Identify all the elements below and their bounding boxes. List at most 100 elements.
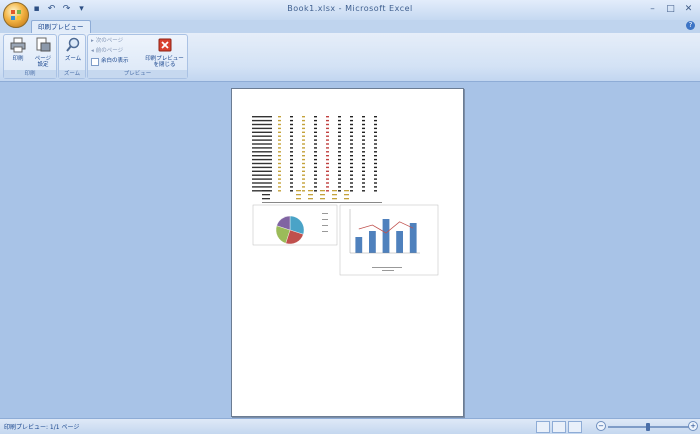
table-cell [326, 119, 329, 122]
page-layout-view-icon[interactable] [552, 421, 566, 433]
bar [382, 219, 390, 253]
zoom-in-icon[interactable]: + [688, 421, 698, 431]
table-cell [374, 147, 377, 149]
show-margins-checkbox[interactable]: 余白の表示 [91, 57, 129, 66]
table-cell [314, 116, 317, 118]
table-cell [278, 166, 281, 169]
table-cell [290, 178, 293, 180]
table-cell [374, 190, 377, 192]
zoom-slider-thumb[interactable] [646, 423, 650, 431]
table-row-label [252, 182, 272, 184]
summary-cell [344, 190, 349, 192]
preview-workspace[interactable] [0, 82, 700, 418]
table-cell [302, 135, 305, 137]
table-cell [338, 162, 341, 165]
table-cell [362, 139, 365, 141]
table-cell [350, 139, 353, 141]
table-cell [350, 131, 353, 133]
table-cell [350, 162, 353, 165]
table-cell [338, 116, 341, 118]
table-cell [302, 166, 305, 169]
table-cell [362, 178, 365, 180]
print-button[interactable]: 印刷 [7, 37, 29, 62]
prev-page-button[interactable]: ◂ 前のページ [91, 47, 123, 56]
table-cell [278, 158, 281, 161]
table-cell [362, 131, 365, 133]
table-cell [302, 119, 305, 122]
zoom-label: ズーム [64, 56, 82, 62]
zoom-button[interactable]: ズーム [62, 37, 84, 62]
table-cell [302, 162, 305, 165]
table-row-label [252, 178, 272, 180]
table-cell [314, 131, 317, 133]
office-logo-icon [11, 10, 21, 20]
table-cell [374, 170, 377, 172]
table-cell [326, 131, 329, 133]
preview-group-label: プレビュー [88, 70, 187, 78]
help-icon[interactable]: ? [686, 21, 695, 30]
table-cell [278, 151, 281, 153]
ribbon: 印刷 ページ 設定 印刷 ズーム ズーム ▸ 次のページ ◂ 前のページ 余白の… [0, 33, 700, 82]
normal-view-icon[interactable] [536, 421, 550, 433]
zoom-out-icon[interactable]: − [596, 421, 606, 431]
table-cell [314, 139, 317, 141]
table-cell [374, 123, 377, 126]
table-row-label [252, 143, 272, 145]
table-cell [290, 170, 293, 172]
preview-page[interactable] [231, 88, 464, 417]
tab-print-preview[interactable]: 印刷プレビュー [31, 20, 91, 33]
table-cell [290, 174, 293, 176]
page-break-view-icon[interactable] [568, 421, 582, 433]
table-cell [278, 147, 281, 149]
table-cell [338, 119, 341, 122]
table-row-label [252, 123, 272, 126]
page-setup-button[interactable]: ページ 設定 [31, 37, 55, 68]
next-page-button[interactable]: ▸ 次のページ [91, 37, 123, 46]
table-cell [302, 116, 305, 118]
bar [355, 237, 363, 253]
table-cell [374, 116, 377, 118]
table-cell [338, 143, 341, 145]
table-cell [374, 135, 377, 137]
table-cell [350, 116, 353, 118]
close-preview-button[interactable]: 印刷プレビュー を閉じる [142, 37, 187, 68]
table-cell [290, 135, 293, 137]
table-row-label [252, 158, 272, 161]
minimize-icon[interactable]: – [645, 2, 660, 16]
summary-cell [320, 190, 325, 192]
table-cell [338, 139, 341, 141]
table-cell [374, 143, 377, 145]
table-cell [290, 166, 293, 169]
table-cell [278, 190, 281, 192]
office-button[interactable] [3, 2, 29, 28]
summary-cell [308, 190, 313, 192]
summary-cell [308, 194, 313, 196]
print-group: 印刷 ページ 設定 印刷 [3, 34, 57, 79]
table-cell [338, 174, 341, 176]
table-cell [326, 135, 329, 137]
table-cell [314, 170, 317, 172]
table-cell [350, 119, 353, 122]
table-row-label [252, 166, 272, 169]
table-cell [302, 182, 305, 184]
maximize-icon[interactable]: □ [663, 2, 678, 16]
table-cell [362, 190, 365, 192]
next-page-icon: ▸ [91, 38, 94, 44]
table-cell [338, 127, 341, 130]
table-cell [362, 116, 365, 118]
table-cell [326, 139, 329, 141]
table-cell [350, 158, 353, 161]
table-cell [374, 182, 377, 184]
table-cell [290, 162, 293, 165]
table-cell [290, 143, 293, 145]
zoom-slider[interactable] [608, 423, 690, 431]
close-icon[interactable]: ✕ [681, 2, 696, 16]
table-row-label [252, 151, 272, 153]
table-cell [350, 155, 353, 157]
table-row-label [252, 170, 272, 172]
summary-cell [296, 194, 301, 196]
table-cell [314, 143, 317, 145]
table-cell [374, 139, 377, 141]
table-cell [374, 119, 377, 122]
table-row-label [252, 162, 272, 165]
